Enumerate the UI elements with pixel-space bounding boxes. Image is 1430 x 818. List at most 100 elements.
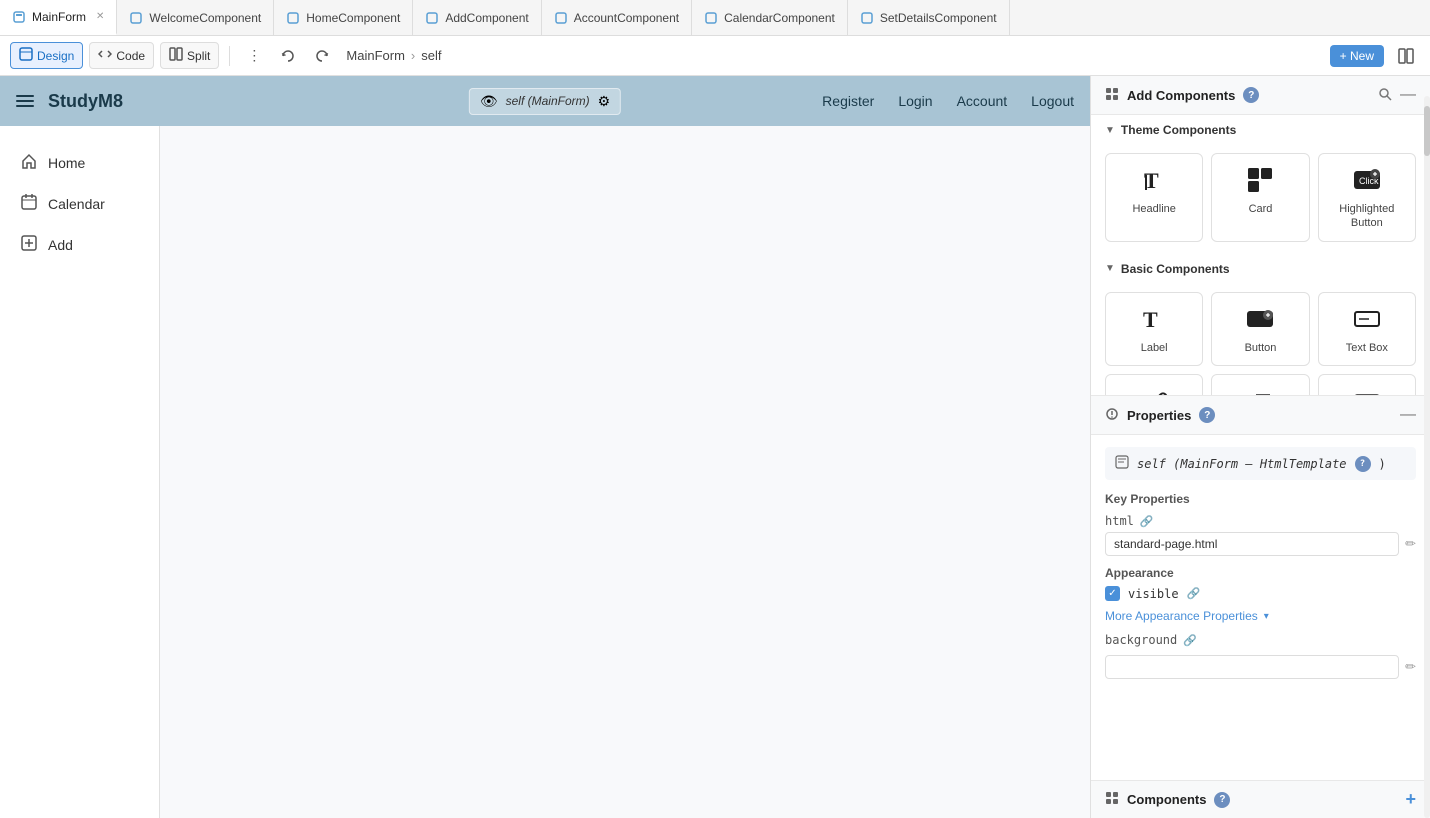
properties-content: self (MainForm – HtmlTemplate ? ) Key Pr… <box>1091 435 1430 691</box>
tab-setdetails[interactable]: SetDetailsComponent <box>848 0 1010 35</box>
split-button[interactable]: Split <box>160 42 219 69</box>
undo-button[interactable] <box>274 42 302 70</box>
app-body: Home Calendar Add <box>0 126 1090 818</box>
headline-label: Headline <box>1132 202 1175 216</box>
eye-icon: 👁 <box>480 93 498 110</box>
comp-button[interactable]: Button <box>1211 292 1309 366</box>
comp-link[interactable] <box>1105 374 1203 395</box>
properties-collapse[interactable]: — <box>1400 406 1416 424</box>
properties-title: Properties <box>1127 408 1191 423</box>
tab-add-label: AddComponent <box>445 11 528 25</box>
background-label: background 🔗 <box>1105 633 1197 647</box>
properties-help[interactable]: ? <box>1199 407 1215 423</box>
tab-add[interactable]: AddComponent <box>413 0 541 35</box>
new-button[interactable]: + New <box>1330 45 1384 67</box>
tab-mainform-label: MainForm <box>32 10 86 24</box>
more-options-button[interactable]: ⋮ <box>240 42 268 70</box>
nav-register[interactable]: Register <box>822 93 874 109</box>
split-icon <box>169 47 183 64</box>
breadcrumb-form[interactable]: MainForm <box>346 48 405 63</box>
textbox-icon <box>1353 303 1381 335</box>
properties-title-group: Properties ? <box>1105 407 1215 424</box>
basic-components-header[interactable]: ▼ Basic Components <box>1091 254 1430 284</box>
properties-header: Properties ? — <box>1091 395 1430 435</box>
code-button[interactable]: Code <box>89 42 154 69</box>
add-components-collapse[interactable]: — <box>1400 86 1416 104</box>
add-components-title: Add Components <box>1127 88 1235 103</box>
comp-text2[interactable]: T <box>1211 374 1309 395</box>
comp-textbox[interactable]: Text Box <box>1318 292 1416 366</box>
visible-checkbox[interactable]: ✓ <box>1105 586 1120 601</box>
properties-ref-close: ) <box>1379 457 1386 471</box>
design-button[interactable]: Design <box>10 42 83 69</box>
sidebar-add-label: Add <box>48 237 73 253</box>
tab-welcome[interactable]: WelcomeComponent <box>117 0 274 35</box>
nav-login[interactable]: Login <box>898 93 932 109</box>
card-icon <box>1246 164 1274 196</box>
components-add-icon[interactable]: + <box>1405 789 1416 810</box>
background-link-icon[interactable]: 🔗 <box>1183 634 1197 647</box>
bg-swatch-row: ✏ <box>1105 655 1416 679</box>
background-row: background 🔗 <box>1105 633 1416 647</box>
text2-icon: T <box>1246 385 1274 395</box>
more-appearance-toggle[interactable]: More Appearance Properties ▾ <box>1105 609 1416 623</box>
tab-home[interactable]: HomeComponent <box>274 0 413 35</box>
comp-card[interactable]: Card <box>1211 153 1309 242</box>
visible-link-icon[interactable]: 🔗 <box>1187 587 1201 600</box>
scrollbar-track <box>1424 96 1430 818</box>
hamburger-icon[interactable] <box>16 95 34 107</box>
toolbar: Design Code Split ⋮ MainForm › self + Ne… <box>0 36 1430 76</box>
comp-input2[interactable]: abc <box>1318 374 1416 395</box>
scrollbar-thumb[interactable] <box>1424 106 1430 156</box>
tab-bar: MainForm ✕ WelcomeComponent HomeComponen… <box>0 0 1430 36</box>
more-appearance-label: More Appearance Properties <box>1105 609 1258 623</box>
nav-logout[interactable]: Logout <box>1031 93 1074 109</box>
layout-toggle-button[interactable] <box>1392 42 1420 70</box>
sidebar-item-home[interactable]: Home <box>0 142 159 183</box>
tab-mainform-close[interactable]: ✕ <box>96 11 104 22</box>
comp-highlighted-button[interactable]: Click Highlighted Button <box>1318 153 1416 242</box>
split-label: Split <box>187 49 210 63</box>
tab-setdetails-icon <box>860 11 874 25</box>
tab-account-icon <box>554 11 568 25</box>
theme-components-header[interactable]: ▼ Theme Components <box>1091 115 1430 145</box>
components-footer-help[interactable]: ? <box>1214 792 1230 808</box>
sidebar-item-add[interactable]: Add <box>0 224 159 265</box>
tab-mainform[interactable]: MainForm ✕ <box>0 0 117 35</box>
add-components-scroll[interactable]: ▼ Theme Components T Headline <box>1091 115 1430 395</box>
breadcrumb-item[interactable]: self <box>421 48 441 63</box>
code-icon <box>98 47 112 64</box>
tab-welcome-label: WelcomeComponent <box>149 11 261 25</box>
form-selector[interactable]: 👁 self (MainForm) ⚙ <box>469 88 621 115</box>
selector-text: self (MainForm) <box>506 94 590 108</box>
background-swatch[interactable] <box>1105 655 1399 679</box>
comp-label[interactable]: T Label <box>1105 292 1203 366</box>
background-text: background <box>1105 633 1177 647</box>
html-edit-icon[interactable]: ✏ <box>1405 536 1416 552</box>
key-properties-title: Key Properties <box>1105 492 1416 506</box>
comp-headline[interactable]: T Headline <box>1105 153 1203 242</box>
tab-account[interactable]: AccountComponent <box>542 0 692 35</box>
components-footer-icon <box>1105 791 1119 808</box>
svg-text:T: T <box>1143 307 1158 332</box>
properties-icon <box>1105 407 1119 424</box>
html-link-icon[interactable]: 🔗 <box>1140 515 1154 528</box>
tab-calendar[interactable]: CalendarComponent <box>692 0 848 35</box>
components-footer-title: Components <box>1127 792 1206 807</box>
app-content <box>160 126 1090 818</box>
bg-edit-icon[interactable]: ✏ <box>1405 659 1416 675</box>
search-icon[interactable] <box>1378 87 1392 104</box>
properties-body: self (MainForm – HtmlTemplate ? ) Key Pr… <box>1091 435 1430 818</box>
app-title: StudyM8 <box>48 91 123 112</box>
add-components-title-group: Add Components ? <box>1105 87 1259 104</box>
redo-button[interactable] <box>308 42 336 70</box>
html-select[interactable]: standard-page.html <box>1105 532 1399 556</box>
sidebar-item-calendar[interactable]: Calendar <box>0 183 159 224</box>
tab-add-icon <box>425 11 439 25</box>
properties-ref-help[interactable]: ? <box>1355 456 1371 472</box>
card-label: Card <box>1249 202 1273 216</box>
add-components-help[interactable]: ? <box>1243 87 1259 103</box>
nav-account[interactable]: Account <box>957 93 1008 109</box>
tab-calendar-label: CalendarComponent <box>724 11 835 25</box>
tab-home-icon <box>286 11 300 25</box>
